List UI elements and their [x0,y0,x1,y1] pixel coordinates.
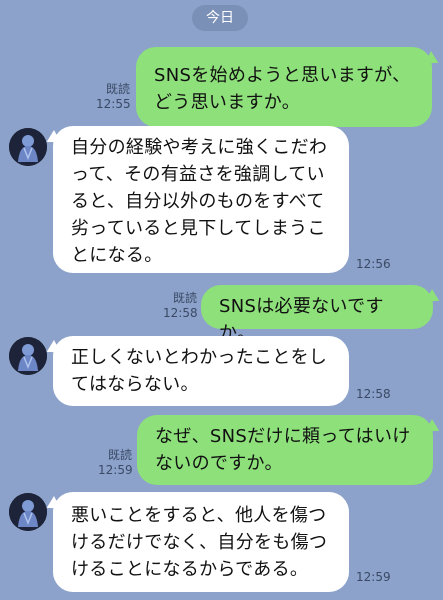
incoming-message[interactable]: 自分の経験や考えに強くこだわ って、その有益さを強調してい ると、自分以外のもの… [53,126,349,273]
incoming-message[interactable]: 悪いことをすると、他人を傷つ けるだけでなく、自分をも傷つ けることになるからで… [53,492,349,592]
contact-avatar[interactable] [9,337,47,375]
message-time: 12:56 [356,257,391,271]
incoming-message[interactable]: 正しくないとわかったことをし てはならない。 [53,336,349,406]
outgoing-message[interactable]: SNSを始めようと思いますが、 どう思いますか。 [136,47,432,127]
date-divider: 今日 [192,5,248,31]
read-receipt: 既読 [172,291,197,305]
message-time: 12:59 [98,463,133,477]
outgoing-message[interactable]: SNSは必要ないですか。 [201,285,433,344]
robed-figure-avatar-icon [9,337,47,375]
message-meta: 既読 12:55 [96,82,131,112]
robed-figure-avatar-icon [9,493,47,531]
contact-avatar[interactable] [9,493,47,531]
message-meta: 既読 12:59 [98,448,133,478]
read-receipt: 既読 [107,448,132,462]
contact-avatar[interactable] [9,128,47,166]
read-receipt: 既読 [105,82,130,96]
message-time: 12:59 [356,570,391,584]
chat-view[interactable]: 今日 既読 12:55 SNSを始めようと思いますが、 どう思いますか。 自分の… [0,0,443,600]
robed-figure-avatar-icon [9,128,47,166]
outgoing-message[interactable]: なぜ、SNSだけに頼ってはいけ ないのですか。 [137,415,433,485]
message-time: 12:58 [163,306,198,320]
message-time: 12:55 [96,97,131,111]
message-time: 12:58 [356,387,391,401]
message-meta: 既読 12:58 [163,291,198,321]
